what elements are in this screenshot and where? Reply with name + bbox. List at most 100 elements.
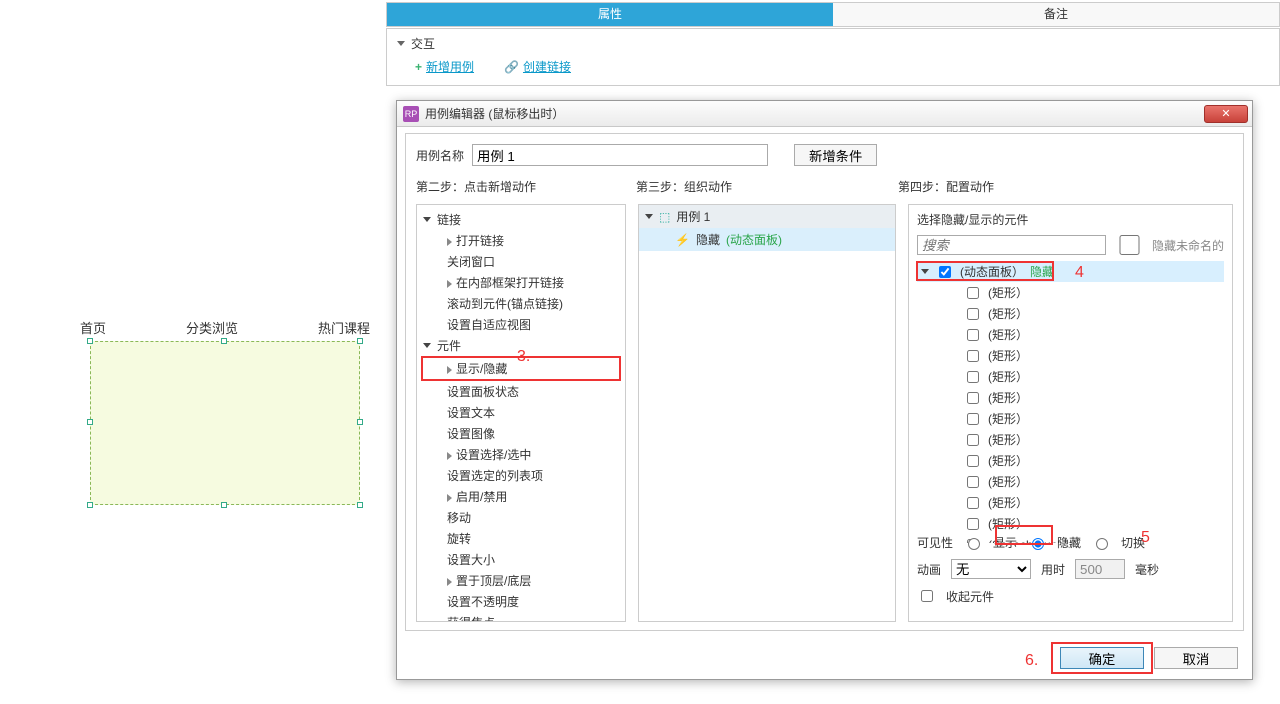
canvas-area: 首页 分类浏览 热门课程 [80, 318, 370, 505]
canvas-label: 热门课程 [318, 318, 370, 337]
configure-panel: 选择隐藏/显示的元件 隐藏未命名的 (动态面板） 隐藏 (矩形） [908, 204, 1233, 622]
tree-item[interactable]: 设置选定的列表项 [419, 465, 623, 486]
tree-item[interactable]: 在内部框架打开链接 [419, 272, 623, 293]
plus-icon: + [415, 60, 422, 74]
chevron-right-icon [447, 366, 452, 374]
widget-row[interactable]: (矩形） [917, 408, 1224, 429]
resize-handle[interactable] [87, 338, 93, 344]
radio-show-label: 显示 [993, 534, 1017, 551]
widget-row[interactable]: (矩形） [917, 387, 1224, 408]
tree-item[interactable]: 旋转 [419, 528, 623, 549]
tree-item[interactable]: 关闭窗口 [419, 251, 623, 272]
widget-checkbox[interactable] [967, 350, 979, 362]
widget-name: (矩形） [988, 410, 1028, 427]
close-button[interactable]: ✕ [1204, 105, 1248, 123]
widget-checkbox[interactable] [967, 413, 979, 425]
collapse-checkbox[interactable] [921, 590, 933, 602]
create-link-link[interactable]: 🔗创建链接 [504, 58, 571, 75]
resize-handle[interactable] [87, 502, 93, 508]
time-input[interactable] [1075, 559, 1125, 579]
tree-item[interactable]: 设置大小 [419, 549, 623, 570]
canvas-label: 首页 [80, 318, 106, 337]
tab-properties[interactable]: 属性 [387, 3, 833, 26]
widget-checkbox[interactable] [967, 329, 979, 341]
add-case-link[interactable]: +新增用例 [415, 58, 474, 75]
tree-item[interactable]: 设置文本 [419, 402, 623, 423]
animation-row: 动画 无 用时 毫秒 [917, 559, 1224, 579]
widget-row[interactable]: (矩形） [917, 282, 1224, 303]
tree-item[interactable]: 设置图像 [419, 423, 623, 444]
annotation-6: 6. [1025, 652, 1038, 670]
action-row[interactable]: ⚡ 隐藏 (动态面板) [639, 228, 895, 251]
widget-checkbox[interactable] [967, 392, 979, 404]
widget-row[interactable]: (矩形） [917, 513, 1224, 534]
widget-list: (动态面板） 隐藏 (矩形） (矩形） (矩形） (矩形） (矩形） (矩形） … [917, 261, 1224, 543]
widget-row[interactable]: (矩形） [917, 492, 1224, 513]
widget-checkbox[interactable] [967, 476, 979, 488]
radio-hide[interactable] [1032, 538, 1044, 550]
search-input[interactable] [917, 235, 1106, 255]
ok-button[interactable]: 确定 [1060, 647, 1144, 669]
widget-checkbox[interactable] [967, 434, 979, 446]
widget-row[interactable]: (矩形） [917, 324, 1224, 345]
tree-item[interactable]: 移动 [419, 507, 623, 528]
widget-row[interactable]: (矩形） [917, 366, 1224, 387]
animation-select[interactable]: 无 [951, 559, 1031, 579]
annotation-3: 3. [517, 348, 530, 366]
widget-checkbox[interactable] [967, 518, 979, 530]
resize-handle[interactable] [87, 419, 93, 425]
tree-item[interactable]: 获得焦点 [419, 612, 623, 621]
case-name-input[interactable] [472, 144, 768, 166]
resize-handle[interactable] [357, 338, 363, 344]
tree-group-header[interactable]: 链接 [419, 209, 623, 230]
tree-item[interactable]: 打开链接 [419, 230, 623, 251]
widget-checkbox[interactable] [967, 308, 979, 320]
selected-widget[interactable] [90, 341, 360, 505]
widget-row[interactable]: (矩形） [917, 429, 1224, 450]
link-icon: 🔗 [504, 60, 519, 74]
widget-row[interactable]: (矩形） [917, 450, 1224, 471]
tree-group-widgets: 元件 显示/隐藏 设置面板状态 设置文本 设置图像 设置选择/选中 设置选定的列… [419, 335, 623, 621]
tree-item[interactable]: 滚动到元件(锚点链接) [419, 293, 623, 314]
add-condition-button[interactable]: 新增条件 [794, 144, 877, 166]
cancel-button[interactable]: 取消 [1154, 647, 1238, 669]
widget-name: (矩形） [988, 305, 1028, 322]
hide-unnamed-label: 隐藏未命名的 [1152, 237, 1224, 254]
case-name-label: 用例名称 [416, 147, 464, 164]
widget-name: (矩形） [988, 284, 1028, 301]
widget-checkbox[interactable] [967, 497, 979, 509]
case-row[interactable]: ⬚ 用例 1 [639, 205, 895, 228]
case-icon: ⬚ [659, 210, 670, 224]
widget-checkbox[interactable] [967, 455, 979, 467]
widget-name: (矩形） [988, 494, 1028, 511]
widget-name: (矩形） [988, 347, 1028, 364]
radio-toggle[interactable] [1096, 538, 1108, 550]
widget-row-dynamic-panel[interactable]: (动态面板） 隐藏 [917, 261, 1224, 282]
tree-item[interactable]: 设置面板状态 [419, 381, 623, 402]
app-icon: RP [403, 106, 419, 122]
collapse-label: 收起元件 [946, 588, 994, 605]
widget-row[interactable]: (矩形） [917, 345, 1224, 366]
tree-item[interactable]: 设置不透明度 [419, 591, 623, 612]
dialog-footer: 确定 取消 [1060, 647, 1238, 669]
resize-handle[interactable] [221, 502, 227, 508]
resize-handle[interactable] [357, 502, 363, 508]
canvas-label: 分类浏览 [186, 318, 238, 337]
hide-unnamed-checkbox[interactable] [1118, 235, 1141, 255]
widget-checkbox[interactable] [967, 287, 979, 299]
widget-state: 隐藏 [1030, 263, 1054, 280]
widget-checkbox[interactable] [939, 266, 951, 278]
resize-handle[interactable] [357, 419, 363, 425]
tree-item[interactable]: 设置选择/选中 [419, 444, 623, 465]
tab-notes[interactable]: 备注 [833, 3, 1279, 26]
resize-handle[interactable] [221, 338, 227, 344]
widget-row[interactable]: (矩形） [917, 471, 1224, 492]
radio-show[interactable] [968, 538, 980, 550]
widget-row[interactable]: (矩形） [917, 303, 1224, 324]
tree-item[interactable]: 置于顶层/底层 [419, 570, 623, 591]
widget-name: (矩形） [988, 515, 1028, 532]
widget-checkbox[interactable] [967, 371, 979, 383]
tree-item[interactable]: 启用/禁用 [419, 486, 623, 507]
time-label: 用时 [1041, 561, 1065, 578]
tree-item[interactable]: 设置自适应视图 [419, 314, 623, 335]
